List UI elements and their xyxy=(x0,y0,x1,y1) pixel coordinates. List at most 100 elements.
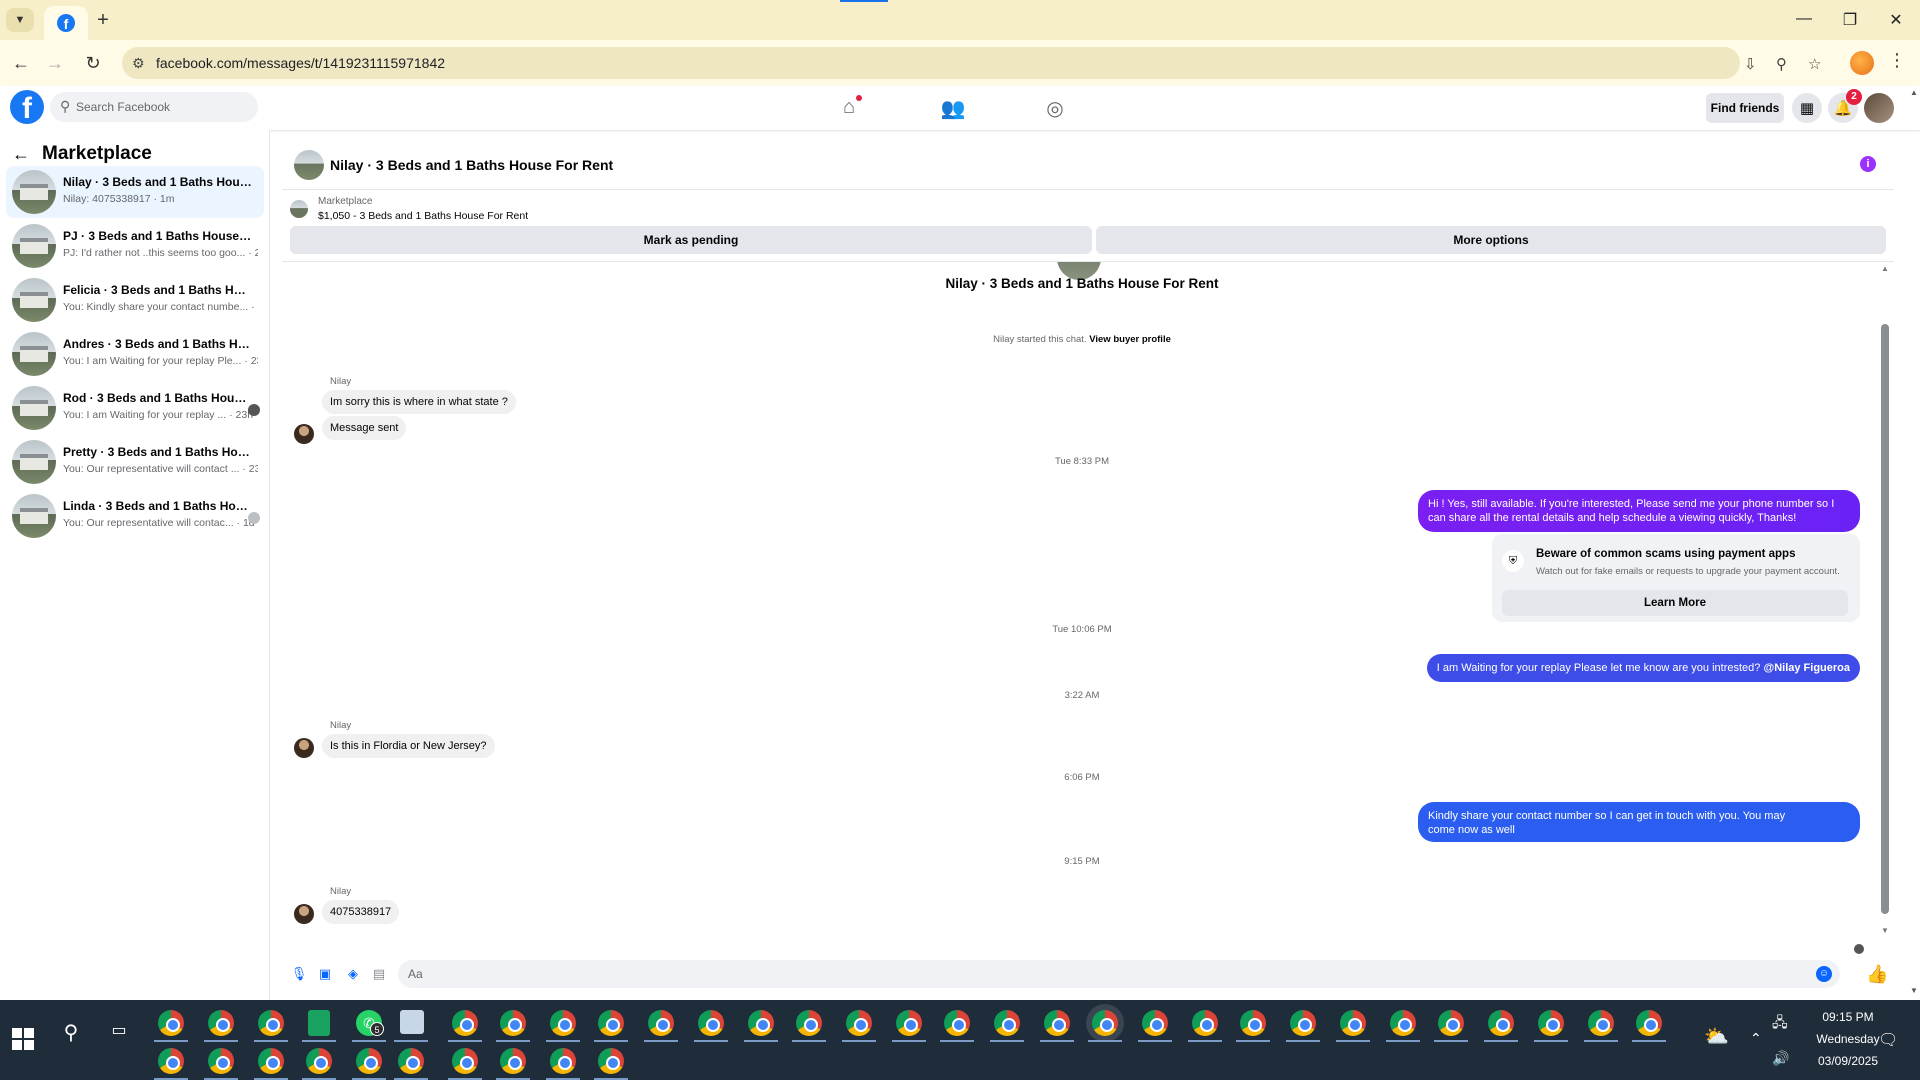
taskbar-time[interactable]: 09:15 PM xyxy=(1796,1010,1900,1024)
chrome-app-icon[interactable] xyxy=(1240,1010,1266,1036)
chrome-app-icon[interactable] xyxy=(550,1010,576,1036)
chrome-app-icon[interactable] xyxy=(258,1048,284,1074)
incoming-message[interactable]: 4075338917 xyxy=(322,900,400,924)
windows-start-icon[interactable] xyxy=(12,1028,34,1050)
chrome-app-icon[interactable] xyxy=(208,1048,234,1074)
account-avatar[interactable] xyxy=(1864,93,1894,123)
url-text[interactable]: facebook.com/messages/t/1419231115971842 xyxy=(156,55,445,71)
volume-icon[interactable]: 🔊 xyxy=(1772,1050,1789,1067)
taskbar-date[interactable]: 03/09/2025 xyxy=(1796,1054,1900,1068)
sender-avatar[interactable] xyxy=(294,904,314,924)
conversation-item-pretty[interactable]: Pretty · 3 Beds and 1 Baths House ... Yo… xyxy=(6,436,264,488)
back-arrow-icon[interactable]: ← xyxy=(12,144,36,165)
message-input[interactable]: Aa ☺ xyxy=(398,960,1840,988)
learn-more-button[interactable]: Learn More xyxy=(1502,590,1848,616)
chrome-app-icon[interactable] xyxy=(698,1010,724,1036)
task-view-icon[interactable]: ▭ xyxy=(106,1020,132,1046)
chrome-app-icon[interactable] xyxy=(1488,1010,1514,1036)
chrome-app-icon[interactable] xyxy=(748,1010,774,1036)
search-icon[interactable]: ⚲ xyxy=(58,1020,84,1046)
incoming-message[interactable]: Im sorry this is where in what state ? xyxy=(322,390,516,414)
chrome-app-icon[interactable] xyxy=(598,1010,624,1036)
document-app-icon[interactable] xyxy=(400,1010,424,1034)
chrome-app-icon[interactable] xyxy=(398,1048,424,1074)
outgoing-message[interactable]: Hi ! Yes, still available. If you're int… xyxy=(1418,490,1860,532)
chrome-app-icon[interactable] xyxy=(994,1010,1020,1036)
google-sheets-app-icon[interactable] xyxy=(308,1010,330,1036)
friends-icon[interactable]: 👥 xyxy=(940,96,966,120)
chrome-app-icon[interactable] xyxy=(258,1010,284,1036)
conversation-item-pj[interactable]: PJ · 3 Beds and 1 Baths House For ... PJ… xyxy=(6,220,264,272)
close-window-button[interactable]: ✕ xyxy=(1886,10,1906,30)
chat-avatar[interactable] xyxy=(294,150,324,180)
chrome-app-icon[interactable] xyxy=(452,1048,478,1074)
page-scrollbar[interactable]: ▲ ▼ xyxy=(1908,86,1920,1000)
info-icon[interactable]: i xyxy=(1860,156,1876,172)
forward-button[interactable]: → xyxy=(44,52,66,74)
chrome-app-icon[interactable] xyxy=(158,1048,184,1074)
conversation-item-andres[interactable]: Andres · 3 Beds and 1 Baths House... You… xyxy=(6,328,264,380)
chrome-app-icon[interactable] xyxy=(1290,1010,1316,1036)
chrome-app-icon[interactable] xyxy=(1092,1010,1118,1036)
back-button[interactable]: ← xyxy=(10,52,32,74)
outgoing-message[interactable]: I am Waiting for your replay Please let … xyxy=(1426,654,1860,682)
view-buyer-profile-link[interactable]: View buyer profile xyxy=(1089,334,1171,345)
scroll-up-arrow[interactable]: ▲ xyxy=(1880,264,1890,273)
zoom-icon[interactable]: ⚲ xyxy=(1776,55,1787,73)
chrome-app-icon[interactable] xyxy=(1588,1010,1614,1036)
chrome-app-icon[interactable] xyxy=(500,1048,526,1074)
restore-button[interactable]: ❐ xyxy=(1840,10,1860,30)
chrome-app-icon[interactable] xyxy=(1044,1010,1070,1036)
menu-grid-icon[interactable]: ▦ xyxy=(1792,93,1822,123)
chrome-app-icon[interactable] xyxy=(796,1010,822,1036)
chrome-app-icon[interactable] xyxy=(1390,1010,1416,1036)
chrome-app-icon[interactable] xyxy=(1636,1010,1662,1036)
conversation-item-nilay[interactable]: Nilay · 3 Beds and 1 Baths House F... Ni… xyxy=(6,166,264,218)
minimize-button[interactable]: — xyxy=(1794,10,1814,28)
emoji-icon[interactable]: ☺ xyxy=(1816,966,1832,982)
sender-avatar[interactable] xyxy=(294,424,314,444)
chrome-app-icon[interactable] xyxy=(208,1010,234,1036)
chrome-app-icon[interactable] xyxy=(846,1010,872,1036)
conversation-item-felicia[interactable]: Felicia · 3 Beds and 1 Baths House ... Y… xyxy=(6,274,264,326)
outgoing-message[interactable]: Kindly share your contact number so I ca… xyxy=(1418,802,1860,842)
chrome-app-icon[interactable] xyxy=(1142,1010,1168,1036)
incoming-message[interactable]: Message sent xyxy=(322,416,407,440)
facebook-logo-icon[interactable]: f xyxy=(10,90,44,124)
chrome-app-icon[interactable] xyxy=(452,1010,478,1036)
chevron-up-icon[interactable]: ⌃ xyxy=(1750,1030,1762,1047)
chrome-app-icon[interactable] xyxy=(648,1010,674,1036)
browser-menu-icon[interactable]: ⋮ xyxy=(1888,50,1906,71)
chat-title[interactable]: Nilay · 3 Beds and 1 Baths House For Ren… xyxy=(330,157,613,173)
conversation-item-linda[interactable]: Linda · 3 Beds and 1 Baths Hous... You: … xyxy=(6,490,264,542)
reload-button[interactable]: ↻ xyxy=(82,52,104,74)
chrome-app-icon[interactable] xyxy=(1340,1010,1366,1036)
chrome-app-icon[interactable] xyxy=(550,1048,576,1074)
conversation-item-rod[interactable]: Rod · 3 Beds and 1 Baths House ... You: … xyxy=(6,382,264,434)
more-options-button[interactable]: More options xyxy=(1096,226,1886,254)
chrome-app-icon[interactable] xyxy=(158,1010,184,1036)
page-scroll-up-arrow[interactable]: ▲ xyxy=(1910,88,1918,97)
sender-avatar[interactable] xyxy=(294,738,314,758)
mark-as-pending-button[interactable]: Mark as pending xyxy=(290,226,1092,254)
notification-center-icon[interactable]: 🗨 xyxy=(1878,1030,1898,1050)
url-omnibox[interactable]: ⚙ facebook.com/messages/t/14192311159718… xyxy=(122,47,1821,79)
mention-link[interactable]: @Nilay Figueroa xyxy=(1763,662,1850,674)
scroll-down-arrow[interactable]: ▼ xyxy=(1880,926,1890,935)
chrome-app-icon[interactable] xyxy=(1538,1010,1564,1036)
tab-search-button[interactable]: ▼ xyxy=(6,8,34,32)
photo-icon[interactable]: ▣ xyxy=(316,966,334,984)
incoming-message[interactable]: Is this in Flordia or New Jersey? xyxy=(322,734,495,758)
chrome-app-icon[interactable] xyxy=(896,1010,922,1036)
browser-tab-facebook[interactable]: f xyxy=(44,6,88,40)
thumbs-up-icon[interactable]: 👍 xyxy=(1866,964,1888,985)
chrome-app-icon[interactable] xyxy=(598,1048,624,1074)
site-info-icon[interactable]: ⚙ xyxy=(132,55,145,72)
find-friends-button[interactable]: Find friends xyxy=(1706,93,1784,123)
network-icon[interactable]: 🖧 xyxy=(1772,1012,1788,1036)
facebook-search-input[interactable]: ⚲ Search Facebook xyxy=(50,92,258,122)
browser-profile-avatar[interactable] xyxy=(1850,51,1874,75)
listing-thumbnail[interactable] xyxy=(290,200,308,218)
chrome-app-icon[interactable] xyxy=(306,1048,332,1074)
install-app-icon[interactable]: ⇩ xyxy=(1744,55,1757,73)
